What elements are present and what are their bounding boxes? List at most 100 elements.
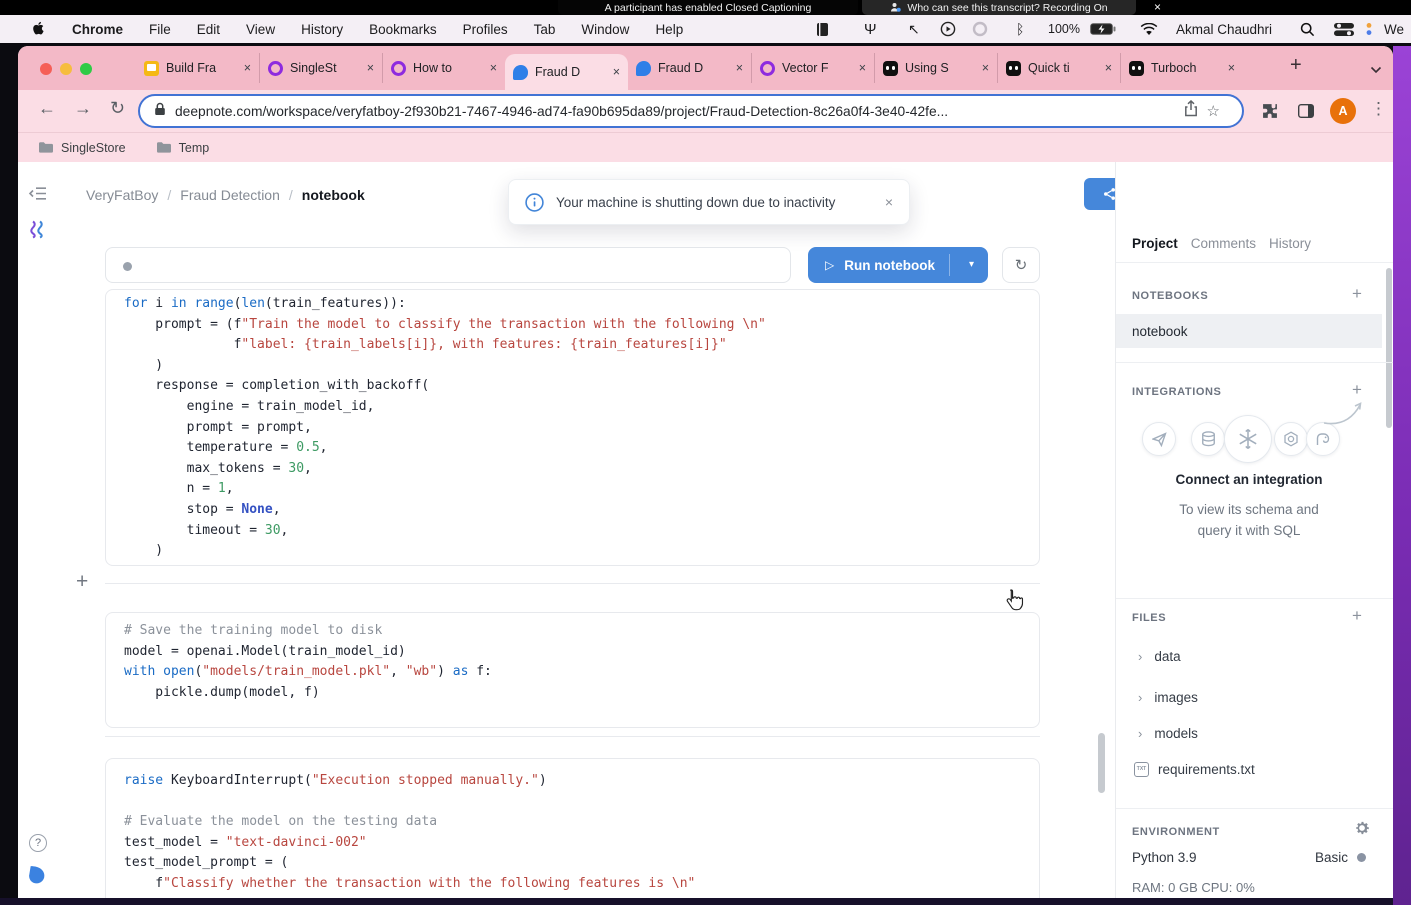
breadcrumb-project[interactable]: Fraud Detection xyxy=(180,187,280,203)
connect-integration-subtitle: To view its schema and xyxy=(1116,502,1382,517)
side-panel-icon[interactable] xyxy=(1298,104,1314,123)
add-file-button[interactable]: + xyxy=(1352,606,1362,626)
menu-view[interactable]: View xyxy=(246,22,275,37)
code-line: stop = None, xyxy=(124,500,1039,521)
tab-close-icon[interactable]: × xyxy=(244,61,251,75)
cell-divider xyxy=(105,583,1040,584)
help-button[interactable]: ? xyxy=(29,834,47,852)
code-cell[interactable]: for i in range(len(train_features)): pro… xyxy=(105,289,1040,566)
tab-close-icon[interactable]: × xyxy=(1105,61,1112,75)
integrations-header: INTEGRATIONS xyxy=(1132,386,1222,398)
sidebar-tab-project[interactable]: Project xyxy=(1132,236,1178,251)
tab-close-icon[interactable]: × xyxy=(982,61,989,75)
environment-settings-gear-icon[interactable] xyxy=(1354,820,1370,841)
control-center-icon[interactable] xyxy=(1334,15,1354,43)
code-cell[interactable]: raise KeyboardInterrupt("Execution stopp… xyxy=(105,758,1040,898)
browser-tab[interactable]: SingleSt× xyxy=(259,53,382,83)
back-button[interactable]: ← xyxy=(38,98,56,119)
add-notebook-button[interactable]: + xyxy=(1352,284,1362,304)
tab-close-icon[interactable]: × xyxy=(736,61,743,75)
tab-label: Fraud D xyxy=(658,61,729,75)
file-folder-data[interactable]: ›data xyxy=(1116,642,1382,670)
code-line: prompt = (f"Train the model to classify … xyxy=(124,315,1039,336)
new-tab-button[interactable]: + xyxy=(1290,54,1302,77)
browser-tab[interactable]: Fraud D × xyxy=(628,53,751,83)
wifi-icon[interactable] xyxy=(1140,15,1158,43)
url-text[interactable]: deepnote.com/workspace/veryfatboy-2f930b… xyxy=(175,104,1175,119)
browser-tab[interactable]: How to× xyxy=(382,53,505,83)
main-scrollbar[interactable] xyxy=(1098,733,1105,793)
code-line: model = openai.Model(train_model_id) xyxy=(124,642,1039,663)
file-requirements[interactable]: TXTrequirements.txt xyxy=(1116,755,1382,783)
bookmark-folder-singlestore[interactable]: SingleStore xyxy=(38,141,126,155)
browser-menu-icon[interactable]: ⋮ xyxy=(1370,99,1387,119)
tab-close-icon[interactable]: × xyxy=(613,65,620,79)
code-cell[interactable]: # Save the training model to diskmodel =… xyxy=(105,612,1040,728)
user-name[interactable]: Akmal Chaudhri xyxy=(1176,15,1272,43)
tab-search-chevron-icon[interactable] xyxy=(1370,61,1382,79)
sidebar-tab-history[interactable]: History xyxy=(1269,236,1311,251)
forward-button[interactable]: → xyxy=(74,98,92,119)
browser-tab[interactable]: Turboch× xyxy=(1120,53,1243,83)
bluetooth-icon[interactable]: ᛒ xyxy=(1016,15,1024,43)
search-icon[interactable] xyxy=(1300,15,1315,43)
browser-tab[interactable]: Quick ti× xyxy=(997,53,1120,83)
menu-history[interactable]: History xyxy=(301,22,343,37)
share-page-icon[interactable] xyxy=(1184,100,1198,122)
menu-bookmarks[interactable]: Bookmarks xyxy=(369,22,437,37)
apple-icon[interactable] xyxy=(32,20,46,39)
tab-close-icon[interactable]: × xyxy=(367,61,374,75)
reload-button[interactable]: ↻ xyxy=(110,98,125,119)
breadcrumb-notebook[interactable]: notebook xyxy=(302,187,365,203)
run-notebook-button[interactable]: ▷ Run notebook ▾ xyxy=(808,247,988,283)
file-folder-images[interactable]: ›images xyxy=(1116,683,1382,711)
notification-close-icon[interactable]: × xyxy=(885,194,893,210)
machine-type[interactable]: Basic xyxy=(1116,850,1366,865)
collapse-sidebar-icon[interactable] xyxy=(28,186,47,206)
minimize-window-button[interactable] xyxy=(60,63,72,75)
add-cell-button[interactable]: + xyxy=(76,570,88,594)
chevron-right-icon: › xyxy=(1138,690,1142,705)
menu-tab[interactable]: Tab xyxy=(534,22,556,37)
pointer-share-icon[interactable]: ↖ xyxy=(908,15,920,43)
zoom-window-button[interactable] xyxy=(80,63,92,75)
transcript-notice[interactable]: Who can see this transcript? Recording O… xyxy=(862,0,1136,15)
person-icon xyxy=(890,2,901,13)
browser-tab[interactable]: Build Fra× xyxy=(136,53,259,83)
antler-app-icon[interactable]: Ψ xyxy=(864,15,877,43)
restart-machine-button[interactable]: ↻ xyxy=(1002,247,1040,283)
browser-tab[interactable]: Fraud D× xyxy=(505,54,628,90)
tab-close-icon[interactable]: × xyxy=(859,61,866,75)
file-folder-models[interactable]: ›models xyxy=(1116,719,1382,747)
menu-help[interactable]: Help xyxy=(655,22,683,37)
menu-profiles[interactable]: Profiles xyxy=(463,22,508,37)
browser-tab[interactable]: Vector F× xyxy=(751,53,874,83)
block-input-bar[interactable] xyxy=(105,247,791,283)
deepnote-logo[interactable] xyxy=(27,864,48,890)
cc-close-icon[interactable]: × xyxy=(1154,0,1161,15)
profile-avatar[interactable]: A xyxy=(1330,98,1356,124)
menu-window[interactable]: Window xyxy=(581,22,629,37)
menu-edit[interactable]: Edit xyxy=(197,22,220,37)
tab-close-icon[interactable]: × xyxy=(490,61,497,75)
status-dots-icon xyxy=(1366,15,1372,43)
play-circle-icon[interactable] xyxy=(940,15,956,43)
extensions-icon[interactable] xyxy=(1262,103,1278,124)
address-bar[interactable]: deepnote.com/workspace/veryfatboy-2f930b… xyxy=(138,94,1244,128)
bookmark-folder-temp[interactable]: Temp xyxy=(156,141,210,155)
browser-tab[interactable]: Using S× xyxy=(874,53,997,83)
bookmark-star-icon[interactable]: ☆ xyxy=(1207,102,1220,120)
tab-close-icon[interactable]: × xyxy=(1228,61,1235,75)
breadcrumb-workspace[interactable]: VeryFatBoy xyxy=(86,187,158,203)
sidebar-scrollbar[interactable] xyxy=(1386,268,1392,428)
journal-icon[interactable] xyxy=(816,15,829,43)
lock-icon[interactable] xyxy=(154,102,166,121)
sidebar-item-notebook[interactable]: notebook xyxy=(1116,314,1382,348)
close-window-button[interactable] xyxy=(40,63,52,75)
sidebar-tab-comments[interactable]: Comments xyxy=(1191,236,1256,251)
menu-file[interactable]: File xyxy=(149,22,171,37)
record-icon[interactable] xyxy=(972,15,988,43)
table-of-contents-icon[interactable] xyxy=(29,220,46,244)
menu-chrome[interactable]: Chrome xyxy=(72,22,123,37)
run-options-chevron-icon[interactable]: ▾ xyxy=(969,259,974,270)
